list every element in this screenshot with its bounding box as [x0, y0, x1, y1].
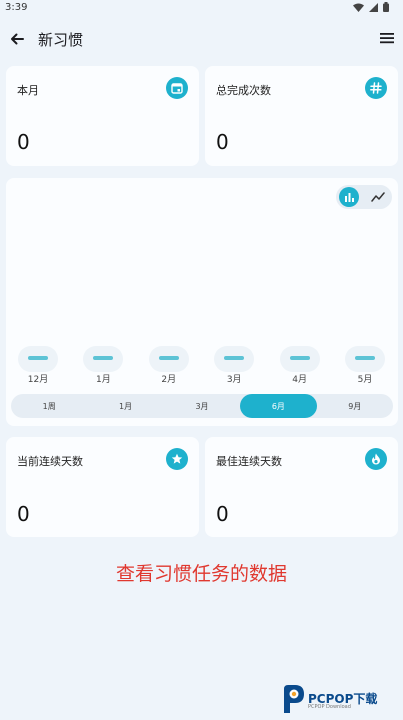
bar: [289, 356, 310, 360]
stat-card-current-streak: 当前连续天数 0: [6, 437, 199, 537]
bar-slot: [18, 346, 58, 372]
stat-card-total-completions: 总完成次数 0: [205, 66, 398, 166]
month-label: 12月: [27, 375, 49, 385]
bar: [28, 356, 48, 360]
bar-slot: [279, 346, 320, 372]
watermark-sub: PCPOP Download: [308, 704, 351, 710]
wifi-icon: [353, 3, 364, 15]
bar: [224, 356, 245, 360]
month-label: 3月: [226, 375, 242, 385]
star-icon: [166, 448, 188, 470]
page-title: 新习惯: [38, 31, 84, 49]
stat-card-this-month: 本月 0: [6, 66, 199, 166]
bar: [355, 356, 375, 360]
hash-icon: [365, 77, 387, 99]
range-option[interactable]: 9月: [317, 394, 393, 418]
bar: [93, 356, 114, 360]
back-arrow-icon[interactable]: [8, 30, 26, 48]
bar: [158, 356, 179, 360]
month-label: 1月: [96, 375, 111, 385]
bar-slot: [148, 346, 189, 372]
signal-icon: [369, 2, 378, 15]
stat-label: 本月: [17, 84, 39, 97]
stat-value: 0: [17, 502, 30, 526]
stat-label: 最佳连续天数: [216, 455, 282, 468]
pcpop-logo-icon: [284, 685, 304, 713]
stat-label: 总完成次数: [216, 84, 271, 97]
range-option[interactable]: 1周: [11, 394, 87, 418]
battery-icon: [383, 2, 389, 15]
month-label: 5月: [357, 375, 373, 385]
watermark: PCPOP下载 PCPOP Download: [280, 683, 400, 715]
history-chart-card: 12月 1月 2月 3月 4月 5月 1周 1月 3月 6月 9月: [6, 178, 398, 426]
range-selector: 1周 1月 3月 6月 9月: [11, 394, 393, 418]
status-time: 3:39: [5, 2, 28, 13]
calendar-icon: [166, 77, 188, 99]
stat-card-best-streak: 最佳连续天数 0: [205, 437, 398, 537]
range-option[interactable]: 3月: [164, 394, 240, 418]
menu-icon[interactable]: [379, 30, 395, 46]
stat-label: 当前连续天数: [17, 455, 83, 468]
flame-icon: [365, 448, 387, 470]
stat-value: 0: [216, 502, 229, 526]
status-icons: [353, 2, 389, 15]
bar-slot: [214, 346, 255, 372]
promo-caption: 查看习惯任务的数据: [115, 563, 287, 585]
month-label: 2月: [161, 375, 177, 385]
range-option[interactable]: 6月: [240, 394, 317, 418]
status-bar: 3:39: [0, 0, 403, 16]
bar-chart: 12月 1月 2月 3月 4月 5月: [6, 178, 398, 388]
month-label: 4月: [292, 375, 307, 385]
bar-slot: [83, 346, 124, 372]
app-bar: 新习惯: [0, 22, 403, 56]
stat-value: 0: [216, 130, 229, 154]
bar-slot: [345, 346, 385, 372]
stat-value: 0: [17, 130, 30, 154]
range-option[interactable]: 1月: [87, 394, 163, 418]
